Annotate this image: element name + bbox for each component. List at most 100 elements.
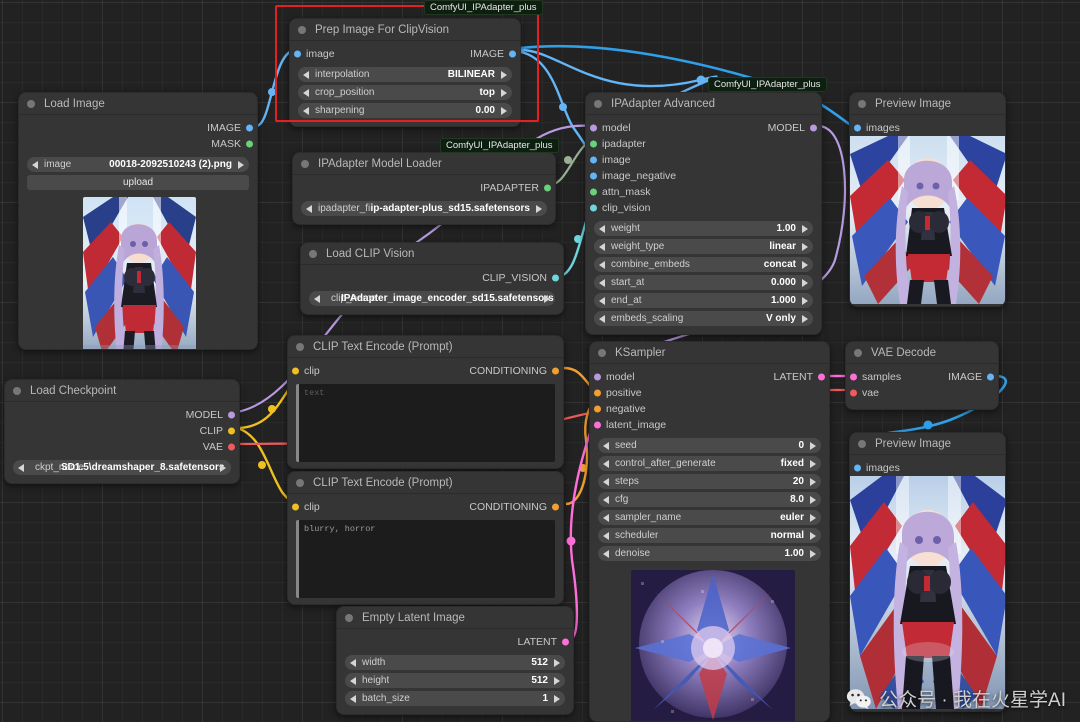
output-dot-model[interactable]: [228, 411, 235, 419]
node-title-bar[interactable]: Load Checkpoint: [5, 380, 239, 402]
node-title-bar[interactable]: Empty Latent Image: [337, 607, 573, 629]
decrement-arrow-icon[interactable]: [599, 242, 605, 251]
input-dot-images[interactable]: [854, 464, 861, 472]
collapse-dot-icon[interactable]: [298, 25, 306, 34]
node-title-bar[interactable]: KSampler: [590, 342, 829, 364]
output-dot-mask[interactable]: [246, 140, 253, 148]
increment-arrow-icon[interactable]: [536, 204, 542, 213]
collapse-dot-icon[interactable]: [858, 99, 866, 108]
increment-arrow-icon[interactable]: [802, 296, 808, 305]
input-dot-vae[interactable]: [850, 389, 857, 397]
node-prep-image-for-clipvision[interactable]: Prep Image For ClipVision image IMAGE in…: [289, 18, 521, 127]
widget-denoise[interactable]: denoise 1.00: [598, 546, 821, 561]
node-title-bar[interactable]: VAE Decode: [846, 342, 998, 364]
decrement-arrow-icon[interactable]: [32, 160, 38, 169]
decrement-arrow-icon[interactable]: [303, 106, 309, 115]
widget-image[interactable]: image 00018-2092510243 (2).png: [27, 157, 249, 172]
output-dot-clip[interactable]: [228, 427, 235, 435]
widget-width[interactable]: width 512: [345, 655, 565, 670]
node-title-bar[interactable]: Load CLIP Vision: [301, 243, 563, 265]
widget-start-at[interactable]: start_at 0.000: [594, 275, 813, 290]
decrement-arrow-icon[interactable]: [350, 694, 356, 703]
widget-sampler-name[interactable]: sampler_name euler: [598, 510, 821, 525]
input-dot-negative[interactable]: [594, 405, 601, 413]
collapse-dot-icon[interactable]: [296, 342, 304, 351]
increment-arrow-icon[interactable]: [810, 459, 816, 468]
output-dot-clip-vision[interactable]: [552, 274, 559, 282]
prompt-textarea-negative[interactable]: blurry, horror: [296, 520, 555, 598]
collapse-dot-icon[interactable]: [594, 99, 602, 108]
node-vae-decode[interactable]: VAE Decode samples IMAGE vae: [845, 341, 999, 410]
input-dot-model[interactable]: [594, 373, 601, 381]
node-title-bar[interactable]: IPAdapter Model Loader: [293, 153, 555, 175]
widget-ckpt-name[interactable]: ckpt_name SD1.5\dreamshaper_8.safetensor…: [13, 460, 231, 475]
widget-seed[interactable]: seed 0: [598, 438, 821, 453]
node-title-bar[interactable]: Load Image: [19, 93, 257, 115]
increment-arrow-icon[interactable]: [802, 278, 808, 287]
input-dot-attn-mask[interactable]: [590, 188, 597, 196]
increment-arrow-icon[interactable]: [802, 314, 808, 323]
input-dot-image-negative[interactable]: [590, 172, 597, 180]
decrement-arrow-icon[interactable]: [350, 676, 356, 685]
widget-end-at[interactable]: end_at 1.000: [594, 293, 813, 308]
node-title-bar[interactable]: Preview Image: [850, 433, 1005, 455]
node-empty-latent-image[interactable]: Empty Latent Image LATENT width 512 heig…: [336, 606, 574, 715]
collapse-dot-icon[interactable]: [301, 159, 309, 168]
decrement-arrow-icon[interactable]: [599, 224, 605, 233]
decrement-arrow-icon[interactable]: [303, 70, 309, 79]
input-dot-image[interactable]: [294, 50, 301, 58]
widget-combine-embeds[interactable]: combine_embeds concat: [594, 257, 813, 272]
node-ksampler[interactable]: KSampler model LATENT positive negative …: [589, 341, 830, 722]
widget-batch-size[interactable]: batch_size 1: [345, 691, 565, 706]
widget-clip-name[interactable]: clip_name IPAdapter_image_encoder_sd15.s…: [309, 291, 555, 306]
node-ipadapter-model-loader[interactable]: IPAdapter Model Loader IPADAPTER ipadapt…: [292, 152, 556, 225]
collapse-dot-icon[interactable]: [309, 249, 317, 258]
widget-control-after-generate[interactable]: control_after_generate fixed: [598, 456, 821, 471]
increment-arrow-icon[interactable]: [802, 260, 808, 269]
output-dot-image[interactable]: [246, 124, 253, 132]
input-dot-model[interactable]: [590, 124, 597, 132]
decrement-arrow-icon[interactable]: [603, 495, 609, 504]
output-dot-latent[interactable]: [562, 638, 569, 646]
node-title-bar[interactable]: IPAdapter Advanced: [586, 93, 821, 115]
node-title-bar[interactable]: CLIP Text Encode (Prompt): [288, 336, 563, 358]
input-dot-images[interactable]: [854, 124, 861, 132]
decrement-arrow-icon[interactable]: [599, 278, 605, 287]
increment-arrow-icon[interactable]: [544, 294, 550, 303]
input-dot-clip[interactable]: [292, 367, 299, 375]
collapse-dot-icon[interactable]: [13, 386, 21, 395]
widget-weight-type[interactable]: weight_type linear: [594, 239, 813, 254]
input-dot-samples[interactable]: [850, 373, 857, 381]
node-title-bar[interactable]: Preview Image: [850, 93, 1005, 115]
input-dot-clip[interactable]: [292, 503, 299, 511]
widget-sharpening[interactable]: sharpening 0.00: [298, 103, 512, 118]
increment-arrow-icon[interactable]: [554, 676, 560, 685]
widget-steps[interactable]: steps 20: [598, 474, 821, 489]
output-dot-conditioning[interactable]: [552, 367, 559, 375]
output-dot-latent[interactable]: [818, 373, 825, 381]
decrement-arrow-icon[interactable]: [603, 477, 609, 486]
decrement-arrow-icon[interactable]: [603, 441, 609, 450]
input-dot-image[interactable]: [590, 156, 597, 164]
increment-arrow-icon[interactable]: [238, 160, 244, 169]
collapse-dot-icon[interactable]: [296, 478, 304, 487]
node-load-checkpoint[interactable]: Load Checkpoint MODEL CLIP VAE ckpt_name…: [4, 379, 240, 484]
decrement-arrow-icon[interactable]: [599, 314, 605, 323]
decrement-arrow-icon[interactable]: [603, 549, 609, 558]
increment-arrow-icon[interactable]: [802, 224, 808, 233]
increment-arrow-icon[interactable]: [810, 477, 816, 486]
collapse-dot-icon[interactable]: [854, 348, 862, 357]
output-dot-ipadapter[interactable]: [544, 184, 551, 192]
input-dot-ipadapter[interactable]: [590, 140, 597, 148]
input-dot-latent-image[interactable]: [594, 421, 601, 429]
input-dot-positive[interactable]: [594, 389, 601, 397]
collapse-dot-icon[interactable]: [858, 439, 866, 448]
prompt-textarea-positive[interactable]: text: [296, 384, 555, 462]
increment-arrow-icon[interactable]: [501, 70, 507, 79]
increment-arrow-icon[interactable]: [501, 106, 507, 115]
node-clip-text-encode-positive[interactable]: CLIP Text Encode (Prompt) clip CONDITION…: [287, 335, 564, 469]
input-dot-clip-vision[interactable]: [590, 204, 597, 212]
decrement-arrow-icon[interactable]: [599, 260, 605, 269]
widget-ipadapter-file[interactable]: ipadapter_file ip-adapter-plus_sd15.safe…: [301, 201, 547, 216]
upload-button[interactable]: upload: [27, 175, 249, 190]
